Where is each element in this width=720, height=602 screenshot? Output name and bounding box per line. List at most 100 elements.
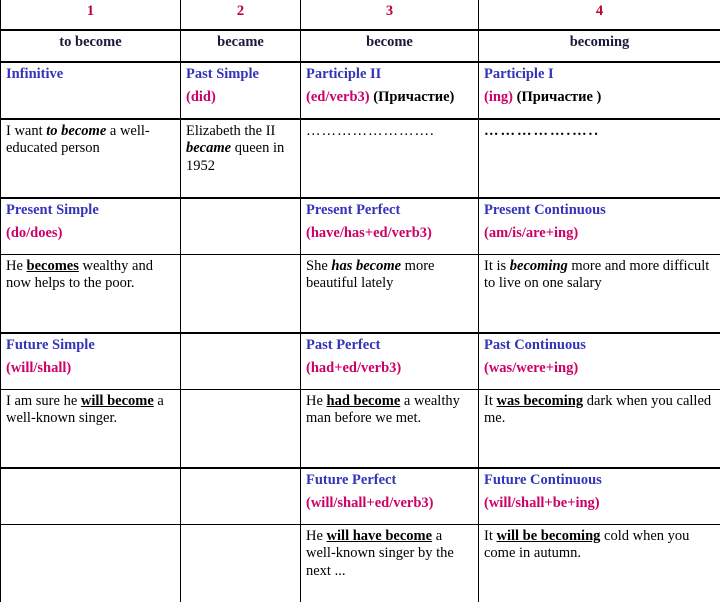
table-row-verb-forms: to become became become becoming — [1, 30, 720, 62]
tense-label-cell: Present Simple (do/does) — [1, 198, 181, 255]
tense-name: Future Perfect — [306, 472, 473, 489]
tense-formula: (was/were+ing) — [484, 360, 715, 377]
example-text: He — [306, 528, 327, 544]
example-emphasis: becoming — [510, 258, 568, 274]
table-row-tense-labels-future: Future Perfect (will/shall+ed/verb3) Fut… — [1, 468, 720, 525]
verb-forms-table: 1 2 3 4 to become became become becoming… — [0, 0, 720, 602]
form-example-cell-3: ……………………. — [301, 119, 479, 198]
column-number-3: 3 — [301, 0, 479, 30]
verb-form-3: become — [301, 30, 479, 62]
tense-example-cell: It will be becoming cold when you come i… — [479, 525, 720, 602]
table-row-tense-examples-past: I am sure he will become a well-known si… — [1, 390, 720, 469]
tense-name: Future Simple — [6, 337, 175, 354]
blank-dots: ……………………. — [306, 123, 435, 139]
tense-name: Future Continuous — [484, 472, 715, 489]
tense-formula: (will/shall+be+ing) — [484, 495, 715, 512]
tense-name: Past Continuous — [484, 337, 715, 354]
form-header-ru-4: (Причастие ) — [517, 89, 602, 105]
form-header-name-2: Past Simple — [186, 66, 295, 83]
form-header-ru-3: (Причастие) — [373, 89, 454, 105]
table-row-tense-labels-past: Future Simple (will/shall) Past Perfect … — [1, 333, 720, 390]
form-header-formula-4: (ing) (Причастие ) — [484, 89, 715, 106]
tense-name: Present Continuous — [484, 202, 715, 219]
empty-cell — [181, 390, 301, 469]
example-emphasis: became — [186, 140, 231, 156]
column-number-1: 1 — [1, 0, 181, 30]
form-header-formula-2: (did) — [186, 89, 295, 106]
tense-label-cell: Past Perfect (had+ed/verb3) — [301, 333, 479, 390]
tense-example-cell: He will have become a well-known singer … — [301, 525, 479, 602]
example-emphasis: to become — [46, 123, 106, 139]
tense-name: Past Perfect — [306, 337, 473, 354]
tense-name: Present Perfect — [306, 202, 473, 219]
form-header-cell-4: Participle I (ing) (Причастие ) — [479, 62, 720, 119]
tense-example-cell: She has become more beautiful lately — [301, 255, 479, 334]
column-number-2: 2 — [181, 0, 301, 30]
tense-formula: (have/has+ed/verb3) — [306, 225, 473, 242]
example-emphasis: has become — [331, 258, 401, 274]
empty-cell — [181, 525, 301, 602]
table-row-numbers: 1 2 3 4 — [1, 0, 720, 30]
form-header-cell-2: Past Simple (did) — [181, 62, 301, 119]
empty-cell — [181, 255, 301, 334]
verb-form-1: to become — [1, 30, 181, 62]
example-text: Elizabeth the II — [186, 123, 275, 139]
example-text: It is — [484, 258, 510, 274]
verb-form-4: becoming — [479, 30, 720, 62]
form-example-cell-2: Elizabeth the II became queen in 1952 — [181, 119, 301, 198]
table-row-form-examples: I want to become a well-educated person … — [1, 119, 720, 198]
example-underline: becomes — [27, 258, 79, 274]
tense-example-cell: He had become a wealthy man before we me… — [301, 390, 479, 469]
example-text: I want — [6, 123, 46, 139]
form-header-cell-3: Participle II (ed/verb3) (Причастие) — [301, 62, 479, 119]
example-underline: will be becoming — [496, 528, 600, 544]
example-underline: was becoming — [496, 393, 583, 409]
tense-formula: (had+ed/verb3) — [306, 360, 473, 377]
empty-cell — [181, 468, 301, 525]
tense-example-cell: He becomes wealthy and now helps to the … — [1, 255, 181, 334]
example-text: It — [484, 528, 496, 544]
verb-form-2: became — [181, 30, 301, 62]
table-row-tense-examples-present: He becomes wealthy and now helps to the … — [1, 255, 720, 334]
example-text: He — [306, 393, 327, 409]
form-header-name-1: Infinitive — [6, 66, 175, 83]
form-header-formula-text-3: (ed/verb3) — [306, 89, 370, 105]
table-row-tense-examples-future: He will have become a well-known singer … — [1, 525, 720, 602]
tense-label-cell: Future Perfect (will/shall+ed/verb3) — [301, 468, 479, 525]
tense-example-cell: I am sure he will become a well-known si… — [1, 390, 181, 469]
table-row-form-headers: Infinitive Past Simple (did) Participle … — [1, 62, 720, 119]
tense-formula: (am/is/are+ing) — [484, 225, 715, 242]
example-underline: had become — [327, 393, 401, 409]
form-header-name-3: Participle II — [306, 66, 473, 83]
empty-cell — [181, 333, 301, 390]
blank-dots: …………….….. — [484, 123, 600, 139]
empty-cell — [181, 198, 301, 255]
tense-label-cell: Present Continuous (am/is/are+ing) — [479, 198, 720, 255]
tense-label-cell: Future Simple (will/shall) — [1, 333, 181, 390]
form-header-formula-text-4: (ing) — [484, 89, 513, 105]
form-header-cell-1: Infinitive — [1, 62, 181, 119]
example-text: It — [484, 393, 496, 409]
tense-formula: (will/shall) — [6, 360, 175, 377]
tense-example-cell: It is becoming more and more difficult t… — [479, 255, 720, 334]
tense-example-cell: It was becoming dark when you called me. — [479, 390, 720, 469]
table-row-tense-labels-present: Present Simple (do/does) Present Perfect… — [1, 198, 720, 255]
example-text: He — [6, 258, 27, 274]
empty-cell — [1, 525, 181, 602]
example-underline: will have become — [327, 528, 433, 544]
form-example-cell-1: I want to become a well-educated person — [1, 119, 181, 198]
tense-label-cell: Present Perfect (have/has+ed/verb3) — [301, 198, 479, 255]
tense-formula: (will/shall+ed/verb3) — [306, 495, 473, 512]
tense-formula: (do/does) — [6, 225, 175, 242]
example-text: I am sure he — [6, 393, 81, 409]
form-example-cell-4: …………….….. — [479, 119, 720, 198]
example-text: She — [306, 258, 331, 274]
empty-cell — [1, 468, 181, 525]
form-header-name-4: Participle I — [484, 66, 715, 83]
tense-label-cell: Past Continuous (was/were+ing) — [479, 333, 720, 390]
example-underline: will become — [81, 393, 154, 409]
form-header-formula-3: (ed/verb3) (Причастие) — [306, 89, 473, 106]
tense-label-cell: Future Continuous (will/shall+be+ing) — [479, 468, 720, 525]
column-number-4: 4 — [479, 0, 720, 30]
tense-name: Present Simple — [6, 202, 175, 219]
